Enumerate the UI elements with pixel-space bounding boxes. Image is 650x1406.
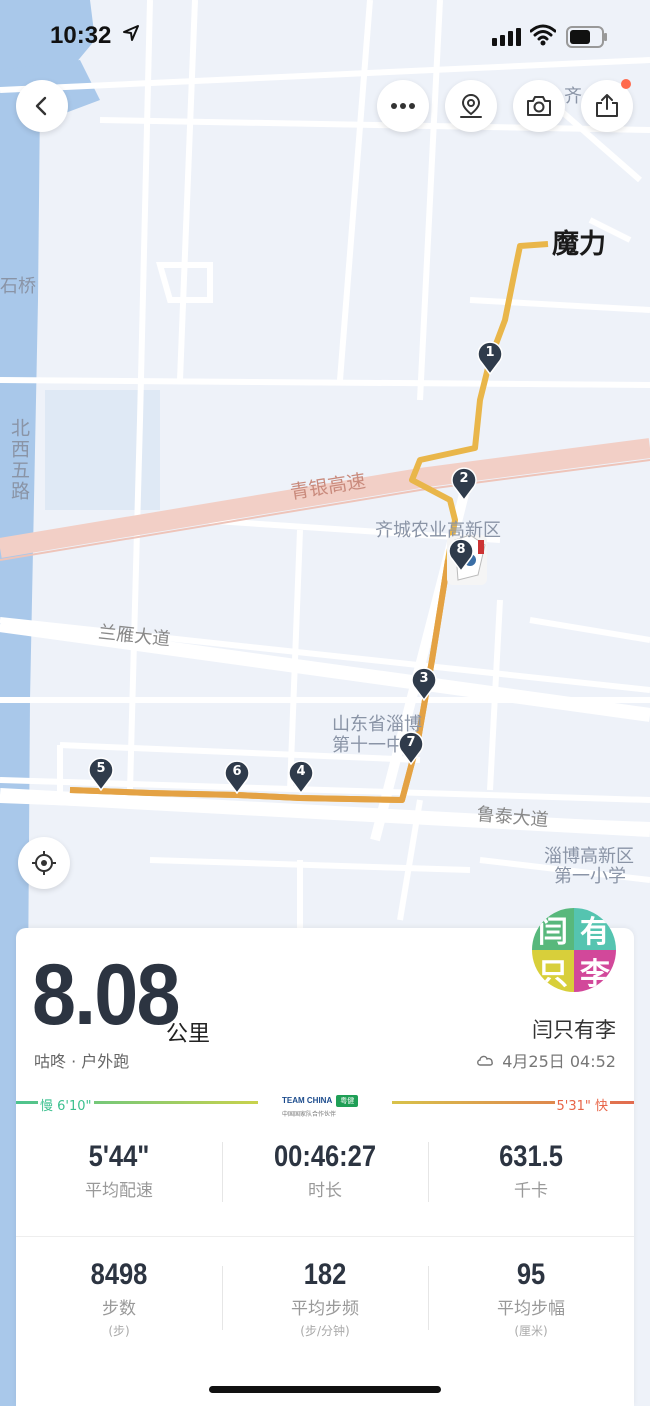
km-marker-label: 1 xyxy=(485,345,495,360)
camera-icon xyxy=(527,96,551,116)
stat-value: 182 xyxy=(303,1258,347,1291)
user-name: 闫只有李 xyxy=(532,1018,616,1042)
km-marker-4[interactable]: 4 xyxy=(288,760,314,794)
divider xyxy=(222,1266,223,1330)
stat-avg-pace: 5'44" 平均配速 xyxy=(16,1140,222,1201)
cloud-icon xyxy=(477,1055,494,1066)
status-time: 10:32 xyxy=(50,22,112,49)
stat-value: 631.5 xyxy=(499,1140,563,1173)
team-china-logo: TEAM CHINA 粤健 中国国家队合作伙伴 xyxy=(282,1088,372,1118)
location-pin-button[interactable] xyxy=(445,80,497,132)
stat-unit: (步/分钟) xyxy=(300,1324,350,1338)
status-bar: 10:32 xyxy=(0,0,650,72)
stat-label: 步数 xyxy=(102,1299,136,1319)
location-arrow-icon xyxy=(123,25,139,41)
map-label-beixiwulu: 北西五路 xyxy=(8,418,30,502)
run-date-text: 4月25日 04:52 xyxy=(502,1052,616,1071)
stat-label: 时长 xyxy=(308,1181,342,1201)
run-summary-card: 8.08 公里 咕咚 · 户外跑 闫 有 只 李 闫只有李 4月25日 04:5… xyxy=(16,908,634,1406)
km-marker-1[interactable]: 1 xyxy=(477,341,503,375)
more-icon xyxy=(391,103,415,109)
team-logo-tag: 粤健 xyxy=(336,1095,359,1107)
km-marker-label: 2 xyxy=(459,471,469,486)
map-label-qicheng: 齐城农业高新区 xyxy=(375,520,501,541)
stat-label: 平均配速 xyxy=(85,1181,153,1201)
km-marker-7[interactable]: 7 xyxy=(398,731,424,765)
avatar-image: 闫 有 只 李 xyxy=(532,908,616,992)
team-logo-text: TEAM CHINA xyxy=(282,1096,333,1105)
location-pin-icon xyxy=(460,93,482,118)
route-end-label: 魔力 xyxy=(552,229,606,260)
back-icon xyxy=(35,96,47,116)
stat-steps: 8498 步数 (步) xyxy=(16,1258,222,1339)
avatar-char-3: 只 xyxy=(538,957,568,992)
km-marker-label: 7 xyxy=(406,735,416,750)
km-marker-label: 3 xyxy=(419,671,429,686)
distance-value: 8.08 xyxy=(32,947,180,1043)
stat-label: 千卡 xyxy=(514,1181,548,1201)
avatar[interactable]: 闫 有 只 李 xyxy=(532,908,616,992)
pace-slow-label: 慢 6'10" xyxy=(38,1095,94,1114)
km-marker-label: 8 xyxy=(456,542,466,557)
share-icon xyxy=(596,94,618,117)
stat-label: 平均步频 xyxy=(291,1299,359,1319)
battery-icon xyxy=(566,26,607,48)
back-button[interactable] xyxy=(16,80,68,132)
km-marker-8[interactable]: 8 xyxy=(448,538,474,572)
avatar-char-4: 李 xyxy=(580,957,610,992)
km-marker-2[interactable]: 2 xyxy=(451,467,477,501)
map-label-shiqiao: 石桥 xyxy=(0,276,36,297)
locate-button[interactable] xyxy=(18,837,70,889)
camera-button[interactable] xyxy=(513,80,565,132)
stat-stride: 95 平均步幅 (厘米) xyxy=(428,1258,634,1339)
stat-label: 平均步幅 xyxy=(497,1299,565,1319)
team-logo-sub: 中国国家队合作伙伴 xyxy=(282,1111,337,1118)
km-marker-3[interactable]: 3 xyxy=(411,667,437,701)
home-indicator[interactable] xyxy=(209,1386,441,1393)
stat-calories: 631.5 千卡 xyxy=(428,1140,634,1201)
locate-icon xyxy=(32,851,56,875)
map-label-qi: 齐 xyxy=(564,86,582,107)
stat-value: 00:46:27 xyxy=(273,1140,377,1173)
activity-type: 咕咚 · 户外跑 xyxy=(34,1052,130,1071)
wifi-icon xyxy=(530,24,556,46)
notification-dot xyxy=(621,79,631,89)
km-marker-5[interactable]: 5 xyxy=(88,757,114,791)
map-label-zibo-2: 第一小学 xyxy=(554,866,626,887)
km-marker-label: 5 xyxy=(96,761,106,776)
km-marker-label: 4 xyxy=(296,764,306,779)
divider xyxy=(16,1236,634,1237)
divider xyxy=(222,1142,223,1202)
km-marker-6[interactable]: 6 xyxy=(224,760,250,794)
avatar-char-1: 闫 xyxy=(538,915,568,950)
stat-unit: (步) xyxy=(108,1324,130,1338)
distance-unit: 公里 xyxy=(166,1022,211,1047)
divider xyxy=(428,1266,429,1330)
stat-value: 8498 xyxy=(90,1258,148,1291)
km-marker-label: 6 xyxy=(232,764,242,779)
divider xyxy=(428,1142,429,1202)
run-date: 4月25日 04:52 xyxy=(476,1048,616,1072)
more-button[interactable] xyxy=(377,80,429,132)
cellular-signal-icon xyxy=(492,28,521,46)
stat-unit: (厘米) xyxy=(514,1324,548,1338)
stat-value: 5'44" xyxy=(88,1140,150,1173)
stat-cadence: 182 平均步频 (步/分钟) xyxy=(222,1258,428,1339)
pace-fast-label: 5'31" 快 xyxy=(554,1095,610,1114)
stat-duration: 00:46:27 时长 xyxy=(222,1140,428,1201)
stat-value: 95 xyxy=(516,1258,546,1291)
